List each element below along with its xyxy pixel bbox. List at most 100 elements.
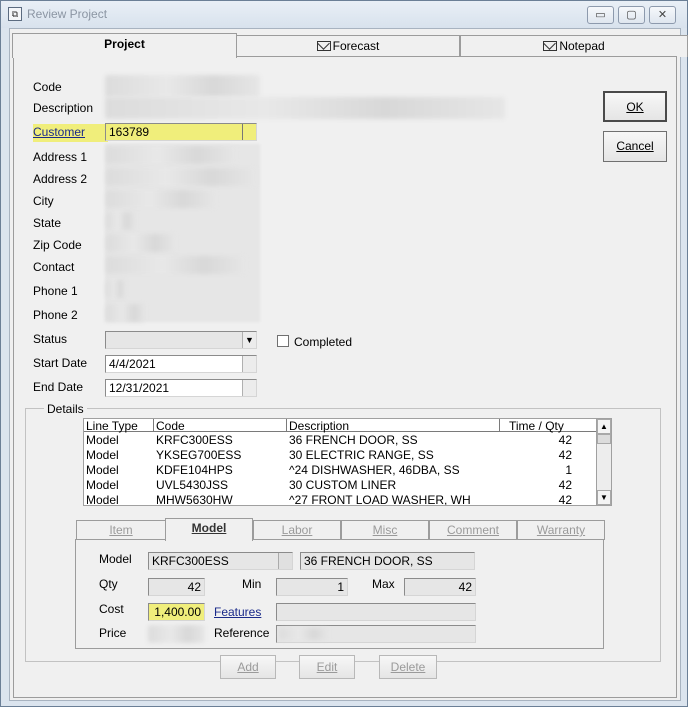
city-field[interactable] bbox=[106, 190, 216, 208]
model-lookup-button[interactable] bbox=[278, 553, 292, 569]
row-description: 36 FRENCH DOOR, SS bbox=[289, 433, 418, 447]
cost-label: Cost bbox=[99, 602, 124, 616]
row-description: ^24 DISHWASHER, 46DBA, SS bbox=[289, 463, 460, 477]
customer-label[interactable]: Customer bbox=[33, 124, 108, 142]
table-row[interactable]: Model YKSEG700ESS 30 ELECTRIC RANGE, SS … bbox=[84, 448, 608, 463]
start-date-label: Start Date bbox=[33, 356, 88, 370]
min-field[interactable]: 1 bbox=[276, 578, 348, 596]
status-dropdown[interactable]: ▼ bbox=[105, 331, 257, 349]
table-row[interactable]: Model KRFC300ESS 36 FRENCH DOOR, SS 42 bbox=[84, 433, 608, 448]
tab-notepad[interactable]: Notepad bbox=[460, 35, 688, 57]
scroll-thumb[interactable] bbox=[597, 434, 611, 444]
title-bar[interactable]: ⧉ Review Project ▭ ▢ ✕ bbox=[1, 1, 687, 28]
completed-label: Completed bbox=[294, 335, 353, 349]
subtab-labor[interactable]: Labor bbox=[253, 520, 341, 540]
phone2-field[interactable] bbox=[106, 304, 146, 322]
subtab-comment[interactable]: Comment bbox=[429, 520, 517, 540]
price-field-redacted[interactable] bbox=[148, 625, 205, 643]
details-list-scrollbar[interactable]: ▲ ▼ bbox=[596, 418, 612, 506]
max-field[interactable]: 42 bbox=[404, 578, 476, 596]
chevron-down-icon[interactable]: ▼ bbox=[242, 332, 256, 348]
row-type: Model bbox=[86, 448, 119, 462]
subtab-comment-label: Comment bbox=[446, 523, 499, 537]
maximize-button[interactable]: ▢ bbox=[618, 6, 645, 24]
state-label: State bbox=[33, 216, 62, 230]
customer-lookup-button[interactable] bbox=[242, 124, 256, 140]
delete-button[interactable]: Delete bbox=[379, 655, 437, 679]
phone1-field[interactable] bbox=[106, 280, 126, 298]
row-code: KRFC300ESS bbox=[156, 433, 233, 447]
scroll-up-icon[interactable]: ▲ bbox=[597, 419, 611, 434]
subtab-warranty[interactable]: Warranty bbox=[517, 520, 605, 540]
col-separator bbox=[499, 419, 500, 432]
address2-field[interactable] bbox=[106, 168, 256, 186]
review-project-window: ⧉ Review Project ▭ ▢ ✕ Project Forecast … bbox=[0, 0, 688, 707]
table-row[interactable]: Model KDFE104HPS ^24 DISHWASHER, 46DBA, … bbox=[84, 463, 608, 478]
qty-field[interactable]: 42 bbox=[148, 578, 205, 596]
start-date-picker-button[interactable] bbox=[242, 356, 256, 372]
col-header-time-qty[interactable]: Time / Qty bbox=[509, 419, 564, 433]
edit-button[interactable]: Edit bbox=[299, 655, 355, 679]
cancel-button[interactable]: Cancel bbox=[603, 131, 667, 162]
cost-field[interactable]: 1,400.00 bbox=[148, 603, 205, 621]
customer-field[interactable]: 163789 bbox=[105, 123, 257, 141]
row-description: 30 ELECTRIC RANGE, SS bbox=[289, 448, 434, 462]
features-link[interactable]: Features bbox=[214, 605, 261, 619]
contact-label: Contact bbox=[33, 260, 75, 274]
envelope-icon bbox=[543, 41, 558, 51]
model-code-field[interactable]: KRFC300ESS bbox=[148, 552, 293, 570]
code-label: Code bbox=[33, 80, 62, 94]
city-label: City bbox=[33, 194, 54, 208]
cancel-button-label: Cancel bbox=[616, 139, 654, 153]
subtab-misc[interactable]: Misc bbox=[341, 520, 429, 540]
customer-label-text: Customer bbox=[33, 125, 86, 139]
completed-checkbox[interactable] bbox=[277, 335, 289, 347]
start-date-field[interactable]: 4/4/2021 bbox=[105, 355, 257, 373]
end-date-picker-button[interactable] bbox=[242, 380, 256, 396]
row-qty: 42 bbox=[558, 493, 572, 506]
app-icon: ⧉ bbox=[8, 7, 22, 21]
col-header-line-type[interactable]: Line Type bbox=[86, 419, 138, 433]
col-separator bbox=[153, 419, 154, 432]
tab-notepad-label: Notepad bbox=[559, 39, 605, 53]
table-row[interactable]: Model UVL5430JSS 30 CUSTOM LINER 42 bbox=[84, 478, 608, 493]
zip-field[interactable] bbox=[106, 234, 176, 252]
table-row[interactable]: Model MHW5630HW ^27 FRONT LOAD WASHER, W… bbox=[84, 493, 608, 506]
reference-field[interactable] bbox=[276, 625, 476, 643]
ok-button[interactable]: OK bbox=[603, 91, 667, 122]
subtab-model[interactable]: Model bbox=[165, 518, 253, 541]
customer-value: 163789 bbox=[109, 125, 150, 139]
col-header-description[interactable]: Description bbox=[289, 419, 349, 433]
details-group-title: Details bbox=[44, 402, 87, 416]
subtab-item[interactable]: Item bbox=[76, 520, 166, 540]
subtab-labor-label: Labor bbox=[281, 523, 313, 537]
subtab-misc-label: Misc bbox=[372, 523, 398, 537]
contact-field[interactable] bbox=[106, 256, 246, 274]
row-description: ^27 FRONT LOAD WASHER, WH bbox=[289, 493, 471, 506]
details-list[interactable]: Line Type Code Description Time / Qty Mo… bbox=[83, 418, 609, 506]
add-button-label: Add bbox=[237, 660, 259, 674]
end-date-value: 12/31/2021 bbox=[109, 381, 170, 395]
tab-forecast-label: Forecast bbox=[332, 39, 380, 53]
edit-button-label: Edit bbox=[316, 660, 338, 674]
col-header-code[interactable]: Code bbox=[156, 419, 185, 433]
row-type: Model bbox=[86, 433, 119, 447]
close-button[interactable]: ✕ bbox=[649, 6, 676, 24]
state-field[interactable] bbox=[106, 212, 136, 230]
window-title: Review Project bbox=[27, 7, 108, 21]
tab-forecast[interactable]: Forecast bbox=[236, 35, 460, 57]
description-field-redacted[interactable] bbox=[105, 97, 505, 119]
add-button[interactable]: Add bbox=[220, 655, 276, 679]
tab-project[interactable]: Project bbox=[12, 33, 237, 58]
row-type: Model bbox=[86, 478, 119, 492]
row-qty: 1 bbox=[565, 463, 572, 477]
scroll-down-icon[interactable]: ▼ bbox=[597, 490, 611, 505]
envelope-icon bbox=[316, 41, 331, 51]
price-label: Price bbox=[99, 626, 127, 640]
code-field-redacted[interactable] bbox=[105, 75, 260, 97]
address1-field[interactable] bbox=[106, 146, 236, 164]
end-date-field[interactable]: 12/31/2021 bbox=[105, 379, 257, 397]
reference-value-redacted bbox=[279, 628, 329, 640]
minimize-button[interactable]: ▭ bbox=[587, 6, 614, 24]
details-list-header: Line Type Code Description Time / Qty bbox=[84, 419, 608, 433]
